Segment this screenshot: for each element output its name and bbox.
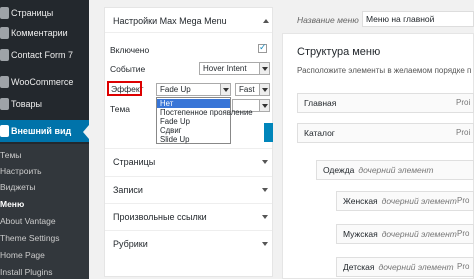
- structure-title: Структура меню: [297, 46, 381, 58]
- speed-select[interactable]: Fast: [235, 83, 270, 96]
- submenu-about-vantage[interactable]: About Vantage: [0, 216, 56, 226]
- dropdown-arrow-icon: [259, 63, 269, 74]
- sidebar-item-products[interactable]: Товары: [0, 94, 89, 114]
- effect-dropdown-list: Нет Постепенное проявление Fade Up Сдвиг…: [156, 97, 253, 144]
- submenu-menus[interactable]: Меню: [0, 199, 24, 209]
- menu-name-label: Название меню: [297, 15, 359, 25]
- pages-icon: [0, 7, 9, 19]
- sidebar-item-contact-form[interactable]: Contact Form 7: [0, 45, 89, 65]
- save-button[interactable]: [264, 123, 273, 142]
- submenu-install-plugins[interactable]: Install Plugins: [0, 267, 52, 277]
- effect-option[interactable]: Нет: [157, 99, 230, 108]
- expand-icon: [262, 160, 268, 164]
- dropdown-arrow-icon: [259, 84, 269, 95]
- submenu-customize[interactable]: Настроить: [0, 166, 42, 176]
- sidebar-item-comments[interactable]: Комментарии: [0, 23, 89, 43]
- expand-icon: [262, 215, 268, 219]
- menu-item-catalog[interactable]: Каталог Proi: [297, 123, 474, 143]
- enabled-checkbox[interactable]: [258, 42, 267, 53]
- expand-icon: [262, 188, 268, 192]
- menu-item-kids[interactable]: Детская дочерний элемент Pro: [336, 257, 474, 277]
- effect-option[interactable]: Постепенное проявление: [157, 108, 253, 117]
- effect-option[interactable]: Slide Up: [157, 135, 230, 144]
- enabled-label: Включено: [110, 45, 150, 55]
- mail-icon: [0, 49, 9, 61]
- mega-menu-header[interactable]: Настройки Max Mega Menu: [105, 8, 272, 33]
- brush-icon: [0, 125, 9, 137]
- theme-label: Тема: [110, 104, 131, 114]
- highlight-box: [107, 81, 142, 96]
- section-posts[interactable]: Записи: [105, 176, 272, 201]
- products-icon: [0, 98, 9, 110]
- dropdown-arrow-icon: [259, 100, 269, 111]
- active-indicator: [83, 125, 89, 139]
- menu-item-clothing[interactable]: Одежда дочерний элемент: [316, 160, 474, 180]
- woocommerce-icon: [0, 76, 9, 88]
- mega-menu-title: Настройки Max Mega Menu: [113, 16, 227, 26]
- effect-option[interactable]: Fade Up: [157, 117, 230, 126]
- admin-sidebar: Страницы Комментарии Contact Form 7 WooC…: [0, 0, 89, 279]
- menu-item-women[interactable]: Женская дочерний элемент Pro: [336, 191, 474, 211]
- structure-subtitle: Расположите элементы в желаемом порядке …: [297, 66, 472, 75]
- section-custom-links[interactable]: Произвольные ссылки: [105, 203, 272, 228]
- sidebar-item-pages[interactable]: Страницы: [0, 3, 89, 23]
- menu-name-input[interactable]: Меню на главной: [362, 11, 474, 27]
- submenu-theme-settings[interactable]: Theme Settings: [0, 233, 60, 243]
- menu-item-home[interactable]: Главная Proi: [297, 93, 474, 113]
- submenu-themes[interactable]: Темы: [0, 150, 21, 160]
- event-select[interactable]: Hover Intent: [199, 62, 270, 75]
- section-categories[interactable]: Рубрики: [105, 230, 272, 255]
- effect-select[interactable]: Fade Up: [156, 83, 231, 96]
- sidebar-item-woocommerce[interactable]: WooCommerce: [0, 72, 89, 92]
- menu-item-men[interactable]: Мужская дочерний элемент Pro: [336, 224, 474, 244]
- comments-icon: [0, 27, 9, 39]
- collapse-icon[interactable]: [263, 19, 269, 23]
- event-label: Событие: [110, 64, 146, 74]
- submenu-home-page[interactable]: Home Page: [0, 250, 45, 260]
- effect-option[interactable]: Сдвиг: [157, 126, 230, 135]
- section-pages[interactable]: Страницы: [105, 148, 272, 173]
- submenu-widgets[interactable]: Виджеты: [0, 182, 36, 192]
- dropdown-arrow-icon: [220, 84, 230, 95]
- expand-icon: [262, 242, 268, 246]
- sidebar-submenu: Темы Настроить Виджеты Меню About Vantag…: [0, 144, 89, 279]
- sidebar-item-appearance[interactable]: Внешний вид: [0, 120, 89, 142]
